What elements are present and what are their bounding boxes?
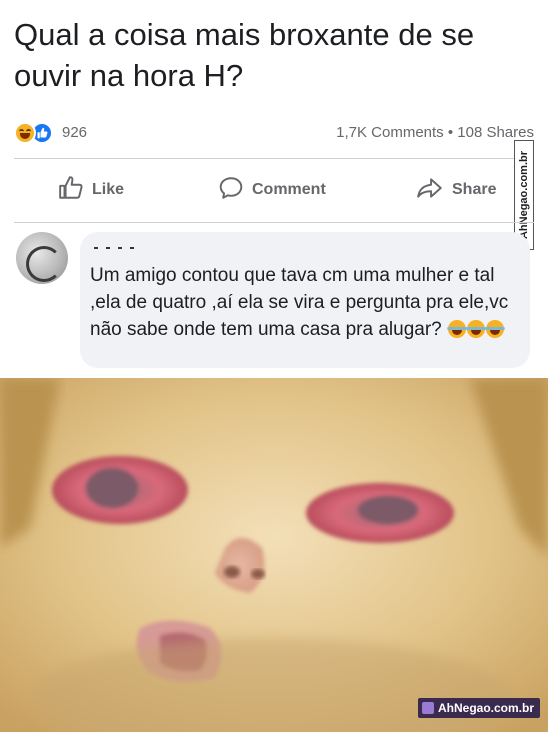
commenter-name-redacted[interactable] xyxy=(94,236,174,249)
haha-icon xyxy=(14,122,36,144)
comment-text: Um amigo contou que tava cm uma mulher e… xyxy=(90,262,522,343)
reaction-count[interactable]: 926 xyxy=(62,124,87,141)
post-title: Qual a coisa mais broxante de se ouvir n… xyxy=(14,17,475,93)
comment-button[interactable]: Comment xyxy=(218,172,326,208)
comment-label: Comment xyxy=(252,181,326,198)
comment-bubble: Um amigo contou que tava cm uma mulher e… xyxy=(80,232,530,368)
laughing-crying-emoji xyxy=(485,320,506,338)
comment-body: Um amigo contou que tava cm uma mulher e… xyxy=(90,265,509,340)
like-label: Like xyxy=(92,181,125,198)
reactions-bar: 926 1,7K Comments • 108 Shares xyxy=(14,121,534,145)
site-watermark-text: AhNegao.com.br xyxy=(518,150,530,240)
reaction-icons[interactable] xyxy=(14,122,53,144)
laughing-crying-emoji xyxy=(447,320,468,338)
avatar[interactable] xyxy=(16,232,68,284)
share-label: Share xyxy=(452,181,497,198)
crying-cat-image xyxy=(0,378,548,732)
photo-watermark-text: AhNegao.com.br xyxy=(437,701,534,715)
divider xyxy=(14,158,534,159)
laughing-crying-emoji xyxy=(466,320,487,338)
comment-icon xyxy=(218,175,244,206)
comments-shares-count[interactable]: 1,7K Comments • 108 Shares xyxy=(336,124,534,141)
divider xyxy=(14,222,534,223)
photo-watermark: AhNegao.com.br xyxy=(417,698,540,718)
share-button[interactable]: Share xyxy=(416,172,496,208)
site-logo-icon xyxy=(421,702,434,714)
share-icon xyxy=(416,175,444,206)
thumbs-up-icon xyxy=(58,175,84,206)
like-button[interactable]: Like xyxy=(58,172,124,208)
crying-cat-photo[interactable]: AhNegao.com.br xyxy=(0,378,548,732)
